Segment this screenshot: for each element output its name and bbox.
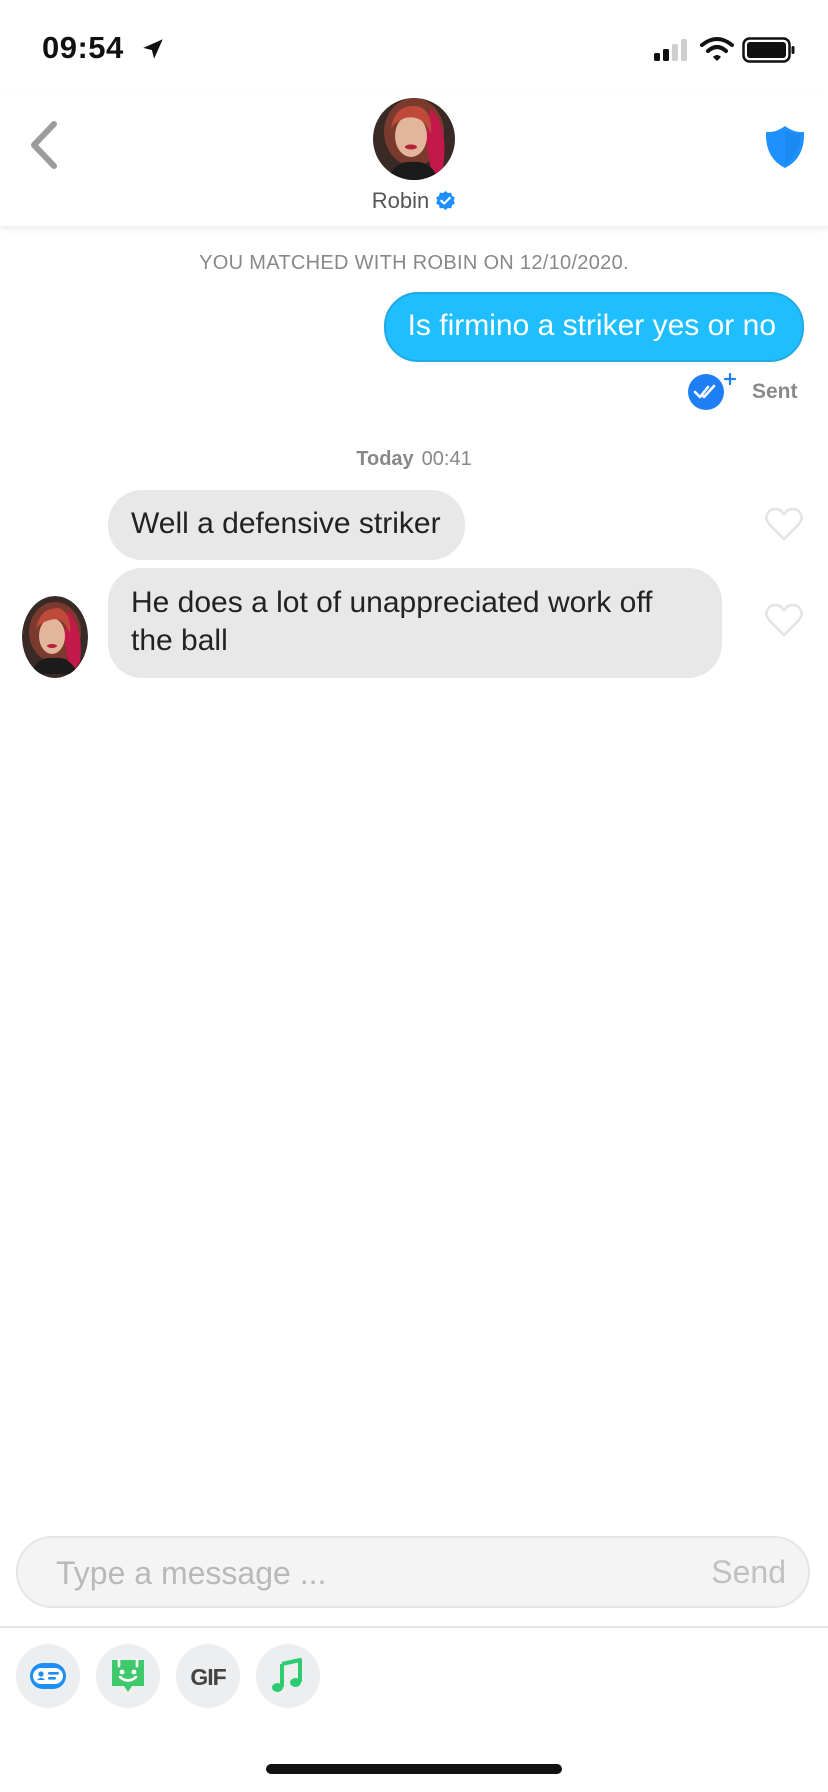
music-note-icon (272, 1658, 302, 1692)
time-divider-time: 00:41 (421, 448, 472, 470)
cellular-signal-icon (654, 39, 687, 61)
verified-badge-icon (436, 190, 456, 211)
battery-icon (742, 37, 795, 63)
message-composer: Send (16, 1536, 810, 1608)
gif-label: GIF (190, 1664, 226, 1690)
heart-icon[interactable] (764, 602, 804, 638)
match-note: YOU MATCHED WITH ROBIN ON 12/10/2020. (199, 252, 629, 274)
toolbar-divider (0, 1626, 828, 1628)
chevron-left-icon[interactable] (24, 118, 64, 172)
time-divider: Today 00:41 (0, 448, 828, 471)
gif-button[interactable]: GIF (176, 1644, 240, 1708)
music-button[interactable] (256, 1644, 320, 1708)
id-card-button[interactable] (16, 1644, 80, 1708)
incoming-message[interactable]: He does a lot of unappreciated work off … (108, 568, 722, 678)
shield-icon[interactable] (764, 124, 806, 170)
sender-avatar[interactable] (22, 596, 88, 678)
sent-status: Sent (752, 380, 798, 403)
status-time: 09:54 (42, 30, 124, 65)
sticker-button[interactable] (96, 1644, 160, 1708)
wifi-icon (700, 37, 734, 61)
sticker-icon (112, 1658, 144, 1692)
message-input[interactable] (54, 1550, 658, 1596)
profile-photo (373, 98, 455, 180)
profile-name-row: Robin (0, 188, 828, 214)
double-check-icon (688, 372, 737, 410)
send-button[interactable]: Send (711, 1554, 786, 1591)
sender-photo (22, 596, 88, 678)
id-card-icon (30, 1663, 66, 1689)
profile-name[interactable]: Robin (372, 188, 429, 213)
profile-avatar[interactable] (373, 98, 455, 180)
time-divider-day: Today (356, 448, 414, 470)
incoming-message[interactable]: Well a defensive striker (108, 490, 465, 560)
home-indicator (266, 1764, 562, 1774)
heart-icon[interactable] (764, 506, 804, 542)
outgoing-message[interactable]: Is firmino a striker yes or no (383, 292, 804, 362)
location-arrow-icon (143, 39, 163, 59)
